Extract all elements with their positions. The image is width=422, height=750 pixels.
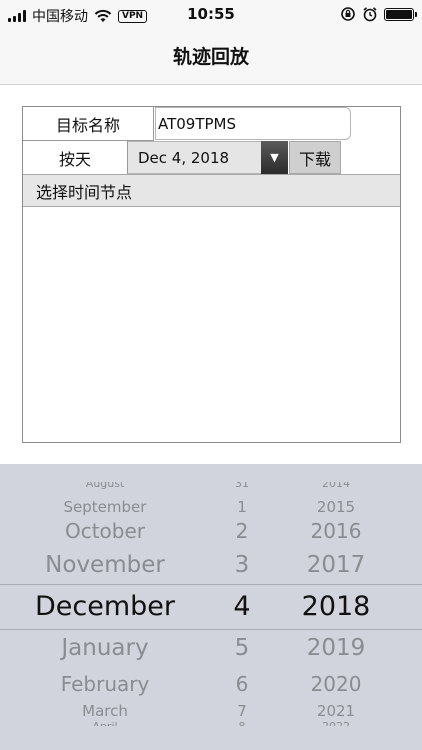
picker-month-item[interactable]: November [0,552,210,578]
picker-year-selected[interactable]: 2018 [288,591,384,622]
picker-day-item[interactable]: 6 [212,672,272,696]
picker-year-item[interactable]: 2019 [288,635,384,661]
picker-year-item[interactable]: 2016 [288,519,384,543]
target-row: 目标名称 [23,107,400,141]
picker-month-item[interactable]: April [0,720,210,726]
alarm-icon [363,7,377,22]
target-name-label: 目标名称 [23,107,154,141]
picker-month-item[interactable]: August [0,482,210,490]
picker-month-item[interactable]: September [0,498,210,516]
picker-day-selected[interactable]: 4 [212,591,272,622]
picker-month-item[interactable]: October [0,519,210,543]
picker-year-item[interactable]: 2021 [288,702,384,720]
playback-form: 目标名称 按天 Dec 4, 2018 ▼ 下载 选择时间节点 [22,106,401,443]
picker-day-item[interactable]: 3 [212,552,272,578]
target-name-input[interactable] [155,107,351,140]
by-day-label: 按天 [23,141,128,174]
picker-day-item[interactable]: 31 [212,482,272,490]
date-row: 按天 Dec 4, 2018 ▼ 下载 [23,141,400,174]
picker-year-item[interactable]: 2015 [288,498,384,516]
picker-day-item[interactable]: 5 [212,635,272,661]
picker-month-selected[interactable]: December [0,591,210,622]
picker-day-item[interactable]: 2 [212,519,272,543]
picker-month-item[interactable]: January [0,635,210,661]
select-time-node-header: 选择时间节点 [23,174,400,207]
picker-month-item[interactable]: March [0,702,210,720]
page-title: 轨迹回放 [172,46,249,68]
nav-bar: 轨迹回放 [0,28,422,85]
date-picker[interactable]: August September October November Decemb… [0,464,422,750]
rotation-lock-icon [341,7,355,21]
picker-year-item[interactable]: 2017 [288,552,384,578]
picker-month-item[interactable]: February [0,672,210,696]
dropdown-arrow-icon[interactable]: ▼ [261,141,288,174]
status-bar: 中国移动 VPN 10:55 [0,0,422,28]
download-button[interactable]: 下载 [289,141,341,174]
picker-day-item[interactable]: 1 [212,498,272,516]
picker-day-item[interactable]: 7 [212,702,272,720]
time-node-list[interactable] [23,207,400,442]
picker-year-item[interactable]: 2014 [288,482,384,490]
picker-year-item[interactable]: 2022 [288,720,384,726]
picker-day-item[interactable]: 8 [212,720,272,726]
battery-icon [384,7,417,21]
picker-year-item[interactable]: 2020 [288,672,384,696]
